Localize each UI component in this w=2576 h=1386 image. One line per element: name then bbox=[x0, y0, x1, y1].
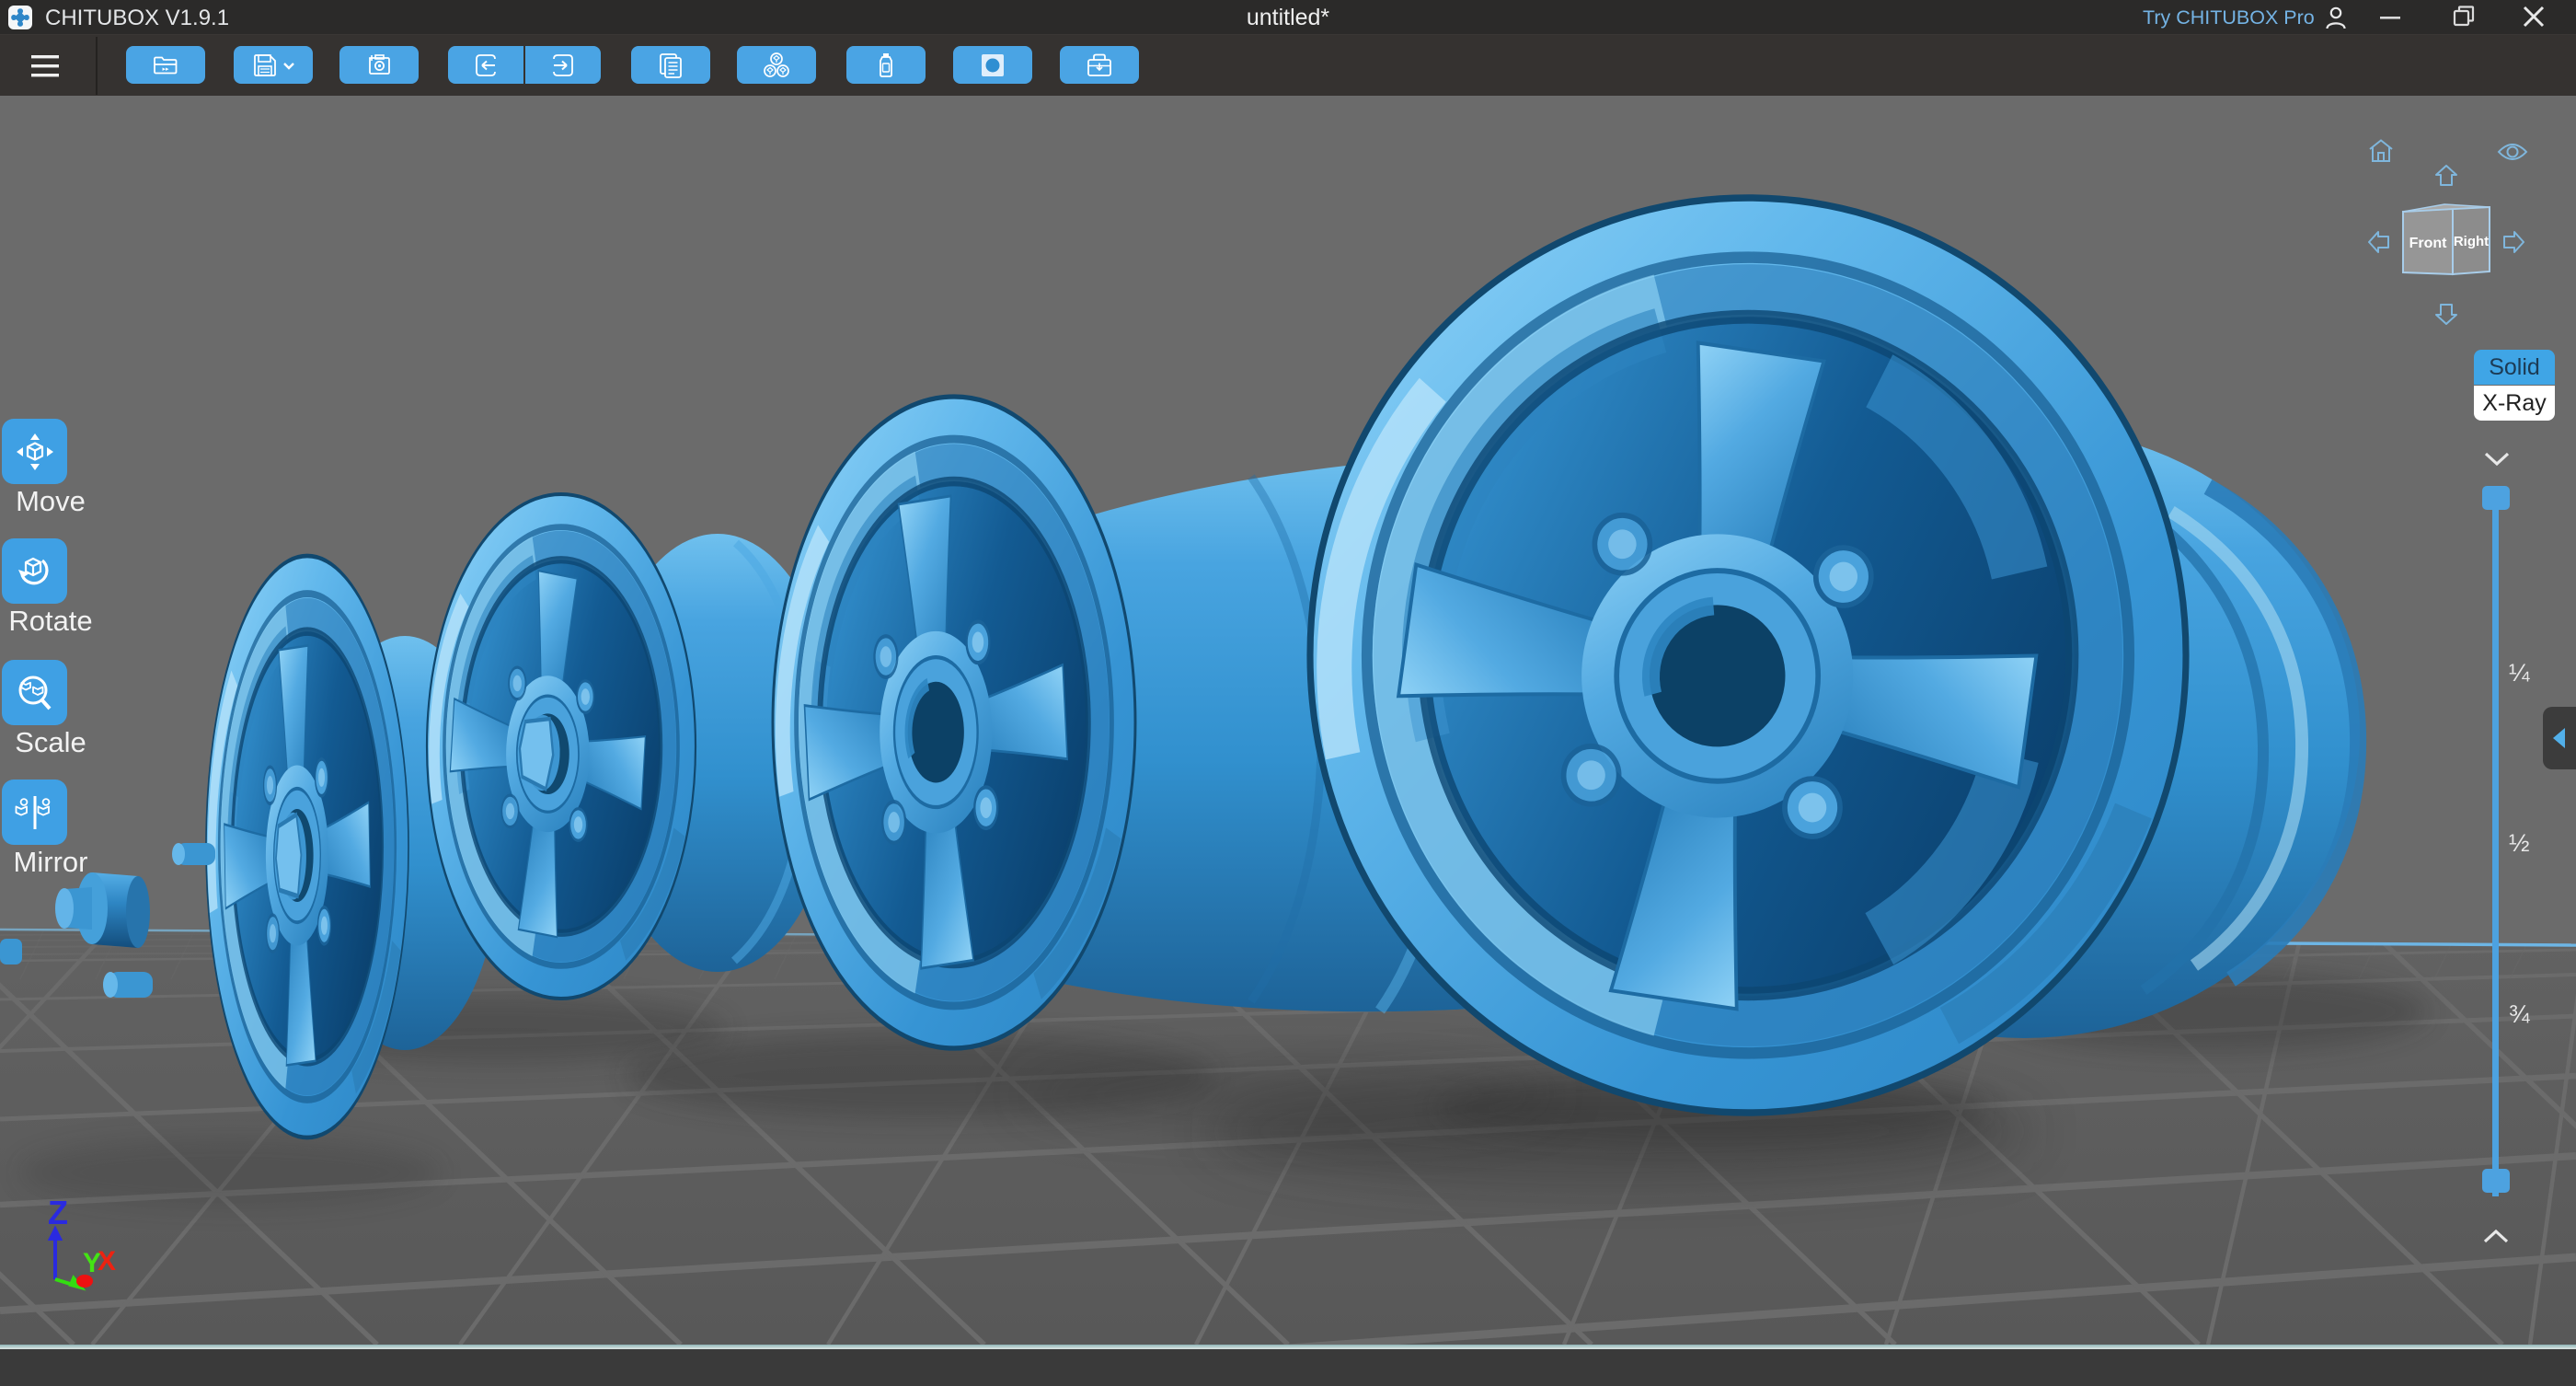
svg-text:Front: Front bbox=[2409, 236, 2448, 251]
svg-text:▸▸: ▸▸ bbox=[162, 66, 169, 73]
svg-text:X: X bbox=[98, 1246, 116, 1276]
svg-text:Right: Right bbox=[2454, 234, 2489, 249]
svg-text:Z: Z bbox=[48, 1194, 68, 1231]
